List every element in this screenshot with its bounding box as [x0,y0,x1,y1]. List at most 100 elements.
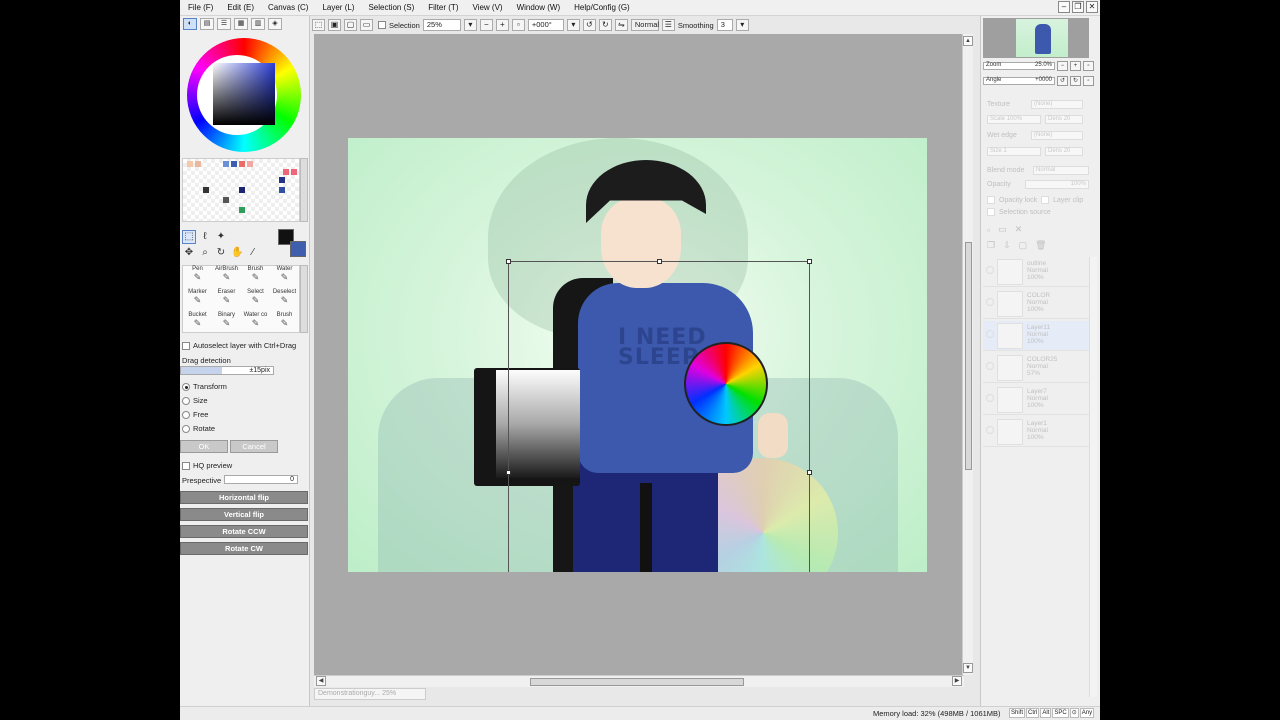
rotate-left-icon[interactable]: ↺ [582,19,596,31]
perspective-slider[interactable]: 0 [224,475,298,484]
swatch[interactable] [187,161,193,167]
menu-layer[interactable]: Layer (L) [315,3,361,12]
eye-icon[interactable] [986,298,994,306]
eye-icon[interactable] [986,330,994,338]
brush-binary[interactable]: Binary [212,312,241,335]
menu-edit[interactable]: Edit (E) [220,3,261,12]
layer-item[interactable]: Layer7 Normal 100% [983,385,1089,415]
swatch-grid[interactable] [182,158,300,222]
move-icon[interactable]: ✥ [182,246,196,260]
eye-icon[interactable] [986,362,994,370]
blend-mode-select[interactable]: Normal [630,19,659,31]
zoom-dropdown-icon[interactable]: ▾ [463,19,477,31]
horizontal-scroll-thumb[interactable] [530,678,744,686]
scroll-down-icon[interactable]: ▼ [963,663,973,673]
layer-clip-checkbox[interactable] [1041,196,1050,204]
menu-file[interactable]: File (F) [180,3,220,12]
new-layer-icon[interactable]: ▫ [987,225,990,235]
navigator-angle-slider[interactable]: Angle +0000 [983,77,1055,85]
swatch[interactable] [239,187,245,193]
brush-marker[interactable]: Marker [183,289,212,312]
clear-icon[interactable]: ▭ [360,19,373,31]
swatch[interactable] [279,177,285,183]
vertical-scroll-thumb[interactable] [965,242,972,470]
swatch[interactable] [203,187,209,193]
eye-icon[interactable] [986,394,994,402]
transform-handle[interactable] [506,470,511,475]
transform-handle[interactable] [807,470,812,475]
scroll-right-icon[interactable]: ▶ [952,676,962,686]
saturation-value-square[interactable] [213,63,275,125]
flip-view-icon[interactable]: ⇋ [614,19,628,31]
texture-select[interactable]: (None) [1031,100,1083,109]
transform-selection-box[interactable] [506,259,812,572]
zoom-icon[interactable]: ⌕ [198,246,212,260]
nav-zoom-out-icon[interactable]: − [1057,61,1068,71]
horizontal-flip-button[interactable]: Horizontal flip [180,491,308,504]
scale-field[interactable]: Scale 100% [987,115,1041,124]
layer-item-selected[interactable]: Layer11 Normal 100% [983,321,1089,351]
hsv-slider-tab[interactable]: ☰ [217,18,231,30]
swatch[interactable] [291,169,297,175]
brush-pen[interactable]: Pen [183,266,212,289]
cancel-button[interactable]: Cancel [230,440,278,453]
canvas-area[interactable]: I NEED SLEEP [314,34,964,675]
navigator-preview[interactable] [983,18,1089,58]
eye-icon[interactable] [986,426,994,434]
rgb-slider-tab[interactable]: ▤ [200,18,214,30]
swatch[interactable] [239,161,245,167]
wet-dens-field[interactable]: Dens 20 [1045,147,1083,156]
brush-airbrush[interactable]: AirBrush [212,266,241,289]
smoothing-dropdown-icon[interactable]: ▾ [735,19,749,31]
nav-rotate-reset-icon[interactable]: ▫ [1083,76,1094,86]
hand-icon[interactable]: ✋ [230,246,244,260]
deselect-icon[interactable]: ⬚ [312,19,325,31]
swatch[interactable] [195,161,201,167]
document-tab[interactable]: Demonstrationguy... 25% [314,688,426,700]
layer-item[interactable]: COLOR Normal 100% [983,289,1089,319]
free-radio[interactable] [182,410,190,419]
nav-rotate-left-icon[interactable]: ↺ [1057,76,1068,86]
eyedropper-icon[interactable]: ⁄ [246,246,260,260]
clear-layer-icon[interactable]: ▢ [1019,240,1028,251]
swatch[interactable] [247,161,253,167]
opacity-lock-checkbox[interactable] [987,196,995,204]
copy-layer-icon[interactable]: ❐ [987,240,995,251]
background-color[interactable] [290,241,306,257]
brush-water-color[interactable]: Water co [241,312,270,335]
zoom-reset-icon[interactable]: ▫ [511,19,525,31]
trash-icon[interactable]: 🗑 [1035,240,1046,251]
layer-item[interactable]: Layer1 Normal 100% [983,417,1089,447]
menu-window[interactable]: Window (W) [510,3,568,12]
vertical-flip-button[interactable]: Vertical flip [180,508,308,521]
menu-view[interactable]: View (V) [465,3,509,12]
transform-handle[interactable] [657,259,662,264]
menu-filter[interactable]: Filter (T) [421,3,465,12]
layer-item[interactable]: outline Normal 100% [983,257,1089,287]
eye-icon[interactable] [986,266,994,274]
angle-field[interactable]: +000° [527,19,564,31]
swatch[interactable] [239,207,245,213]
navigator-zoom-slider[interactable]: Zoom 25.0% [983,62,1055,70]
swatch[interactable] [223,197,229,203]
brush-brush-2[interactable]: Brush [270,312,299,335]
scroll-up-icon[interactable]: ▲ [963,36,973,46]
delete-layer-icon[interactable]: ✕ [1015,224,1023,235]
rotate-ccw-button[interactable]: Rotate CCW [180,525,308,538]
lasso-icon[interactable]: ℓ [198,230,212,244]
stabilizer-icon[interactable]: ☰ [661,19,675,31]
nav-zoom-in-icon[interactable]: + [1070,61,1081,71]
canvas-vertical-scrollbar[interactable]: ▲ ▼ [962,34,973,675]
zoom-field[interactable]: 25% [422,19,461,31]
maximize-button[interactable]: ❐ [1072,1,1084,13]
ok-button[interactable]: OK [180,440,228,453]
color-wheel-tab[interactable]: ◐ [183,18,197,30]
magic-wand-icon[interactable]: ✦ [214,230,228,244]
transform-handle[interactable] [506,259,511,264]
brush-eraser[interactable]: Eraser [212,289,241,312]
size-radio-row[interactable]: Size [182,396,208,405]
zoom-out-icon[interactable]: − [479,19,493,31]
brush-water[interactable]: Water [270,266,299,289]
drag-detection-slider[interactable]: ±15pix [180,366,274,375]
menu-help-config[interactable]: Help/Config (G) [567,3,637,12]
